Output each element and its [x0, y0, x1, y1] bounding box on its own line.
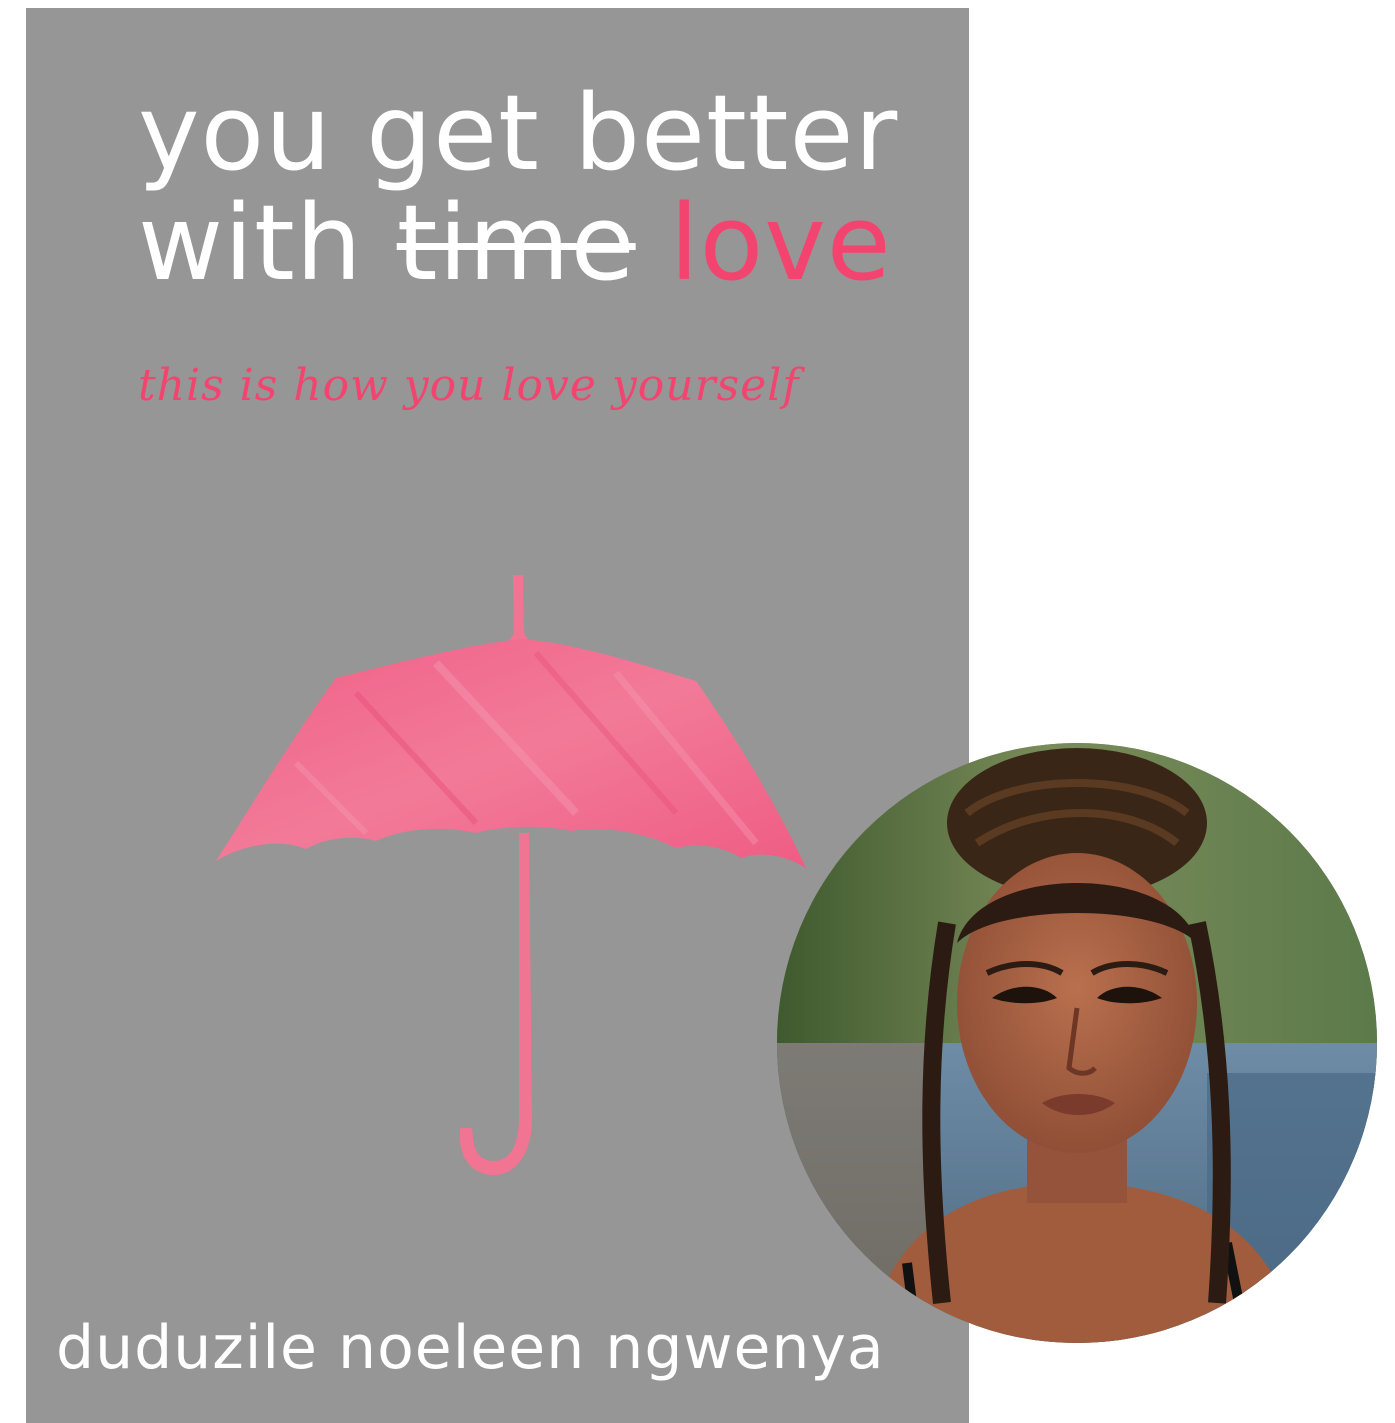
book-subtitle: this is how you love yourself	[138, 360, 800, 411]
author-portrait	[777, 743, 1377, 1343]
title-line-1: you get better	[138, 72, 899, 194]
title-word-with: with	[138, 182, 397, 304]
portrait-photo	[777, 743, 1377, 1343]
title-word-struck: time	[396, 182, 636, 304]
umbrella-illustration	[176, 563, 816, 1183]
title-word-love: love	[669, 182, 892, 304]
umbrella-icon	[216, 575, 806, 1175]
title-line-2: with time love	[138, 188, 898, 298]
book-title: you get better with time love	[138, 78, 898, 298]
book-author: duduzile noeleen ngwenya	[56, 1313, 885, 1383]
